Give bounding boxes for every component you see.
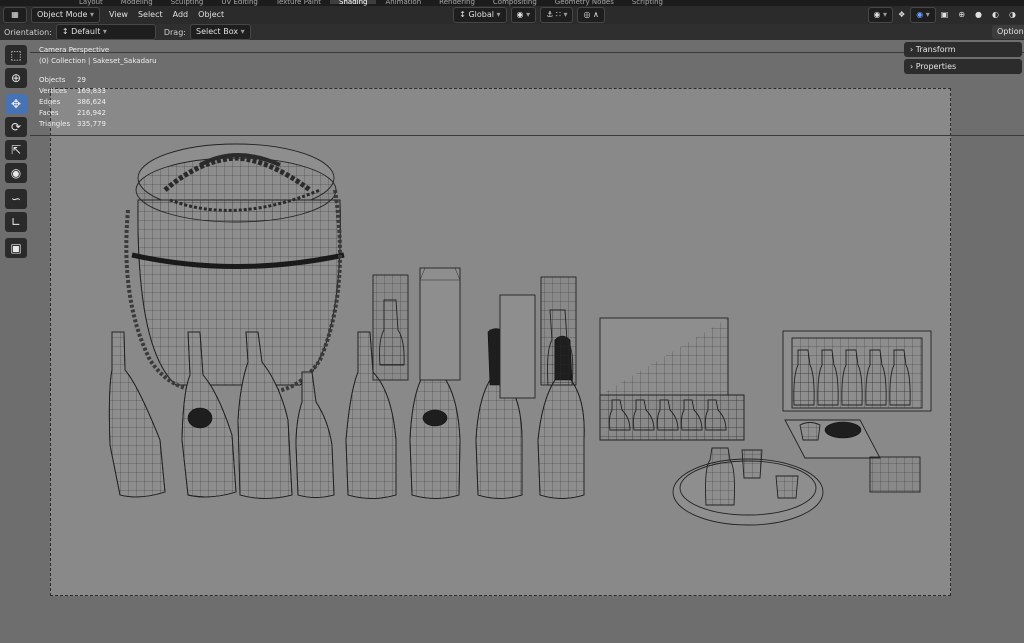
- tool-transform[interactable]: ◉: [5, 163, 27, 183]
- scale-icon: ⇱: [10, 143, 22, 157]
- orientation-label: Orientation:: [4, 27, 52, 37]
- orientation-dropdown-label: Default: [71, 27, 101, 36]
- transform-icon: ◉: [10, 166, 22, 180]
- tab-animation[interactable]: Animation: [376, 0, 430, 6]
- properties-panel-label: Properties: [915, 62, 957, 71]
- gift-boxes-group: [372, 267, 577, 399]
- viewport-info-overlay: Camera Perspective (0) Collection | Sake…: [39, 45, 157, 67]
- rotate-icon: ⟳: [10, 120, 22, 134]
- proportional-edit-button[interactable]: ◎ ∧: [577, 7, 605, 23]
- properties-panel-header[interactable]: › Properties: [904, 59, 1022, 74]
- shading-wireframe-button[interactable]: ⊕: [953, 8, 970, 22]
- options-button[interactable]: Options: [992, 25, 1024, 39]
- menu-add[interactable]: Add: [168, 8, 194, 22]
- move-icon: ✥: [10, 97, 22, 111]
- mode-dropdown-label: Object Mode: [37, 10, 88, 19]
- tool-scale[interactable]: ⇱: [5, 140, 27, 160]
- stat-row: Objects 29: [39, 76, 86, 84]
- tool-add-cube[interactable]: ▣: [5, 238, 27, 258]
- sake-barrel-mesh: [124, 143, 345, 394]
- rendered-icon: ◑: [1009, 10, 1016, 19]
- snap-icon: ⚓: [546, 10, 554, 19]
- select-box-icon: ⬚: [10, 48, 22, 62]
- tab-layout[interactable]: Layout: [70, 0, 112, 6]
- xray-icon: ▣: [940, 10, 949, 19]
- mode-dropdown[interactable]: Object Mode: [31, 7, 100, 23]
- tab-compositing[interactable]: Compositing: [484, 0, 546, 6]
- snap-dropdown[interactable]: ⚓ ∷: [540, 7, 574, 23]
- 3d-viewport[interactable]: ⬚ ⊕ ✥ ⟳ ⇱ ◉ ∽ ∟ ▣ Camera Perspective (0)…: [0, 40, 1024, 643]
- drag-label: Drag:: [163, 27, 186, 37]
- pivot-icon: ◉: [516, 10, 524, 19]
- wireframe-icon: ⊕: [958, 10, 966, 19]
- menu-select[interactable]: Select: [133, 8, 168, 22]
- shading-solid-button[interactable]: ●: [970, 8, 987, 22]
- solid-icon: ●: [975, 10, 983, 19]
- orientation-dropdown[interactable]: ↕ Default: [55, 24, 156, 40]
- xray-toggle-button[interactable]: ▣: [936, 8, 954, 22]
- shading-rendered-button[interactable]: ◑: [1004, 8, 1021, 22]
- tab-scripting[interactable]: Scripting: [623, 0, 672, 6]
- scene-statistics: Objects 29 Vertices 169,833 Edges 386,624 F…: [39, 75, 106, 130]
- scene-wireframe: [108, 143, 932, 526]
- gizmo-toggle-button[interactable]: ❖: [893, 8, 910, 22]
- transform-orientation-label: Global: [468, 10, 494, 19]
- orientation-dropdown-icon: ↕: [61, 27, 72, 36]
- tab-modeling[interactable]: Modeling: [112, 0, 162, 6]
- drag-dropdown[interactable]: Select Box: [189, 24, 251, 40]
- tab-geometry-nodes[interactable]: Geometry Nodes: [546, 0, 623, 6]
- cursor-icon: ⊕: [10, 71, 22, 85]
- menu-object[interactable]: Object: [193, 8, 229, 22]
- menu-view[interactable]: View: [104, 8, 133, 22]
- tool-annotate[interactable]: ∽: [5, 189, 27, 209]
- gizmo-icon: ❖: [898, 10, 906, 19]
- measure-icon: ∟: [10, 215, 22, 229]
- drag-dropdown-label: Select Box: [195, 27, 239, 36]
- pivot-point-dropdown[interactable]: ◉: [510, 7, 537, 23]
- overlays-icon: ◉: [916, 10, 924, 19]
- view-name: Camera Perspective: [39, 46, 110, 54]
- stat-row: Edges 386,624: [39, 98, 106, 106]
- tool-move[interactable]: ✥: [5, 94, 27, 114]
- tool-measure[interactable]: ∟: [5, 212, 27, 232]
- overlays-dropdown[interactable]: ◉: [910, 7, 936, 23]
- snap-target-icon: ∷: [555, 10, 561, 19]
- material-icon: ◐: [992, 10, 1000, 19]
- viewport-toolbar: ⬚ ⊕ ✥ ⟳ ⇱ ◉ ∽ ∟ ▣: [3, 45, 29, 261]
- tab-rendering[interactable]: Rendering: [430, 0, 484, 6]
- sake-set-group: [599, 317, 932, 526]
- collection-info: (0) Collection | Sakeset_Sakadaru: [39, 57, 157, 65]
- tool-cursor[interactable]: ⊕: [5, 68, 27, 88]
- tool-settings-header: Orientation: ↕ Default Drag: Select Box …: [0, 24, 1024, 40]
- proportional-edit-icon: ◎ ∧: [583, 10, 599, 19]
- transform-panel-header[interactable]: › Transform: [904, 42, 1022, 57]
- tab-uv-editing[interactable]: UV Editing: [212, 0, 267, 6]
- add-cube-icon: ▣: [10, 241, 22, 255]
- editor-type-icon[interactable]: ▦: [3, 7, 27, 23]
- shading-material-button[interactable]: ◐: [987, 8, 1004, 22]
- stat-row: Triangles 335,779: [39, 120, 106, 128]
- transform-orientation-dropdown[interactable]: ↕ Global: [453, 7, 507, 23]
- stat-row: Vertices 169,833: [39, 87, 106, 95]
- tool-rotate[interactable]: ⟳: [5, 117, 27, 137]
- tab-sculpting[interactable]: Sculpting: [162, 0, 213, 6]
- tab-texture-paint[interactable]: Texture Paint: [267, 0, 330, 6]
- tab-shading[interactable]: Shading: [330, 0, 377, 6]
- viewport-header: ▦ Object Mode View Select Add Object ↕ G…: [0, 6, 1024, 24]
- stat-row: Faces 216,942: [39, 109, 106, 117]
- visibility-dropdown[interactable]: ◉: [867, 7, 894, 23]
- transform-panel-label: Transform: [915, 45, 956, 54]
- tool-select-box[interactable]: ⬚: [5, 45, 27, 65]
- annotate-icon: ∽: [10, 192, 22, 206]
- eye-icon: ◉: [873, 10, 881, 19]
